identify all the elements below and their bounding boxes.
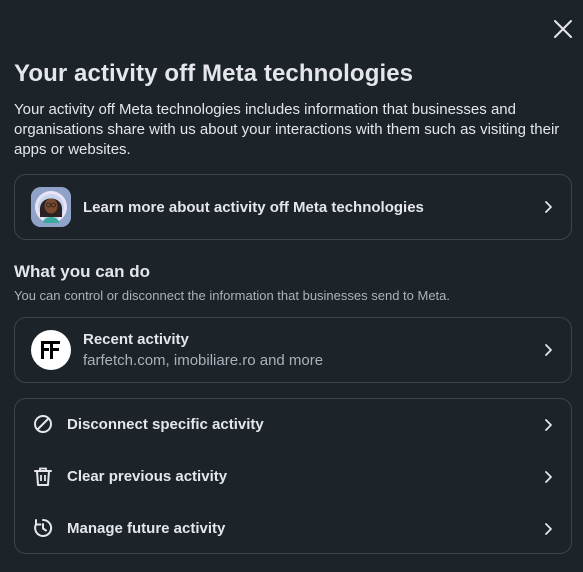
chevron-right-icon — [541, 343, 555, 357]
page-description: Your activity off Meta technologies incl… — [14, 101, 560, 158]
chevron-right-icon — [541, 200, 555, 214]
learn-more-label: Learn more about activity off Meta techn… — [83, 199, 424, 216]
woman-avatar-icon — [31, 187, 71, 227]
clear-activity-label: Clear previous activity — [67, 468, 228, 485]
page-title: Your activity off Meta technologies — [14, 60, 414, 87]
chevron-right-icon — [541, 418, 555, 432]
activity-dialog: Your activity off Meta technologies Your… — [0, 0, 583, 572]
disconnect-icon — [32, 413, 54, 435]
chevron-right-icon — [541, 522, 555, 536]
close-icon — [554, 20, 572, 38]
disconnect-activity-row[interactable]: Disconnect specific activity — [15, 399, 571, 451]
recent-activity-card[interactable]: Recent activity farfetch.com, imobiliare… — [14, 317, 572, 383]
learn-more-card[interactable]: Learn more about activity off Meta techn… — [14, 174, 572, 240]
disconnect-activity-label: Disconnect specific activity — [67, 416, 264, 433]
close-button[interactable] — [551, 17, 575, 41]
chevron-right-icon — [541, 470, 555, 484]
manage-future-activity-label: Manage future activity — [67, 520, 226, 537]
section-subtitle: You can control or disconnect the inform… — [14, 288, 451, 303]
clear-activity-row[interactable]: Clear previous activity — [15, 451, 571, 503]
clock-manage-icon — [32, 517, 54, 539]
actions-card: Disconnect specific activity Clear previ… — [14, 398, 572, 554]
recent-activity-label: Recent activity — [83, 331, 189, 348]
recent-activity-sublabel: farfetch.com, imobiliare.ro and more — [83, 352, 324, 369]
trash-icon — [32, 465, 54, 487]
manage-future-activity-row[interactable]: Manage future activity — [15, 503, 571, 555]
farfetch-logo-icon — [31, 330, 71, 370]
section-title: What you can do — [14, 262, 150, 281]
